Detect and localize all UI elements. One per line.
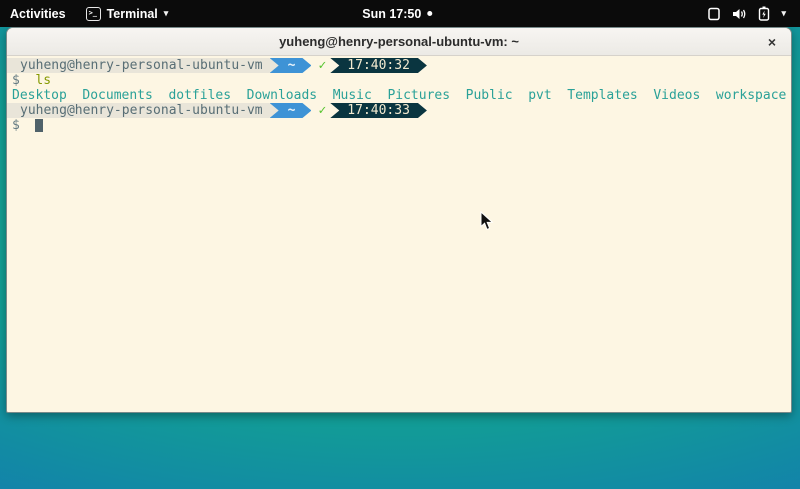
directory-name: workspace (716, 88, 786, 103)
directory-name: Desktop (12, 88, 67, 103)
terminal-cursor (35, 119, 43, 132)
prompt-symbol: $ (12, 73, 20, 88)
app-menu-terminal[interactable]: >_ Terminal ▾ (76, 0, 179, 27)
prompt-line-2: yuheng@henry-personal-ubuntu-vm ~ ✓ 17:4… (7, 103, 791, 118)
prompt-userhost: yuheng@henry-personal-ubuntu-vm (7, 103, 279, 118)
screen-icon (707, 7, 721, 21)
directory-name: Music (333, 88, 372, 103)
mouse-cursor-icon (480, 211, 494, 236)
clock-label: Sun 17:50 (362, 7, 421, 21)
directory-name: Pictures (387, 88, 450, 103)
prompt-line-1: yuheng@henry-personal-ubuntu-vm ~ ✓ 17:4… (7, 58, 791, 73)
activities-button[interactable]: Activities (0, 0, 76, 27)
ls-output: Desktop Documents dotfiles Downloads Music Pi… (7, 88, 791, 103)
input-line[interactable]: $ (7, 118, 791, 133)
terminal-content[interactable]: yuheng@henry-personal-ubuntu-vm ~ ✓ 17:4… (7, 56, 791, 412)
chevron-down-icon: ▾ (164, 9, 169, 18)
directory-name: Public (466, 88, 513, 103)
clock-button[interactable]: Sun 17:50 (352, 0, 442, 27)
top-bar-right: ▾ (699, 0, 800, 27)
directory-name: Documents (82, 88, 152, 103)
status-check-icon: ✓ (318, 103, 326, 118)
window-title: yuheng@henry-personal-ubuntu-vm: ~ (279, 34, 519, 49)
media-indicator-dot (427, 11, 432, 16)
directory-name: Videos (653, 88, 700, 103)
battery-charging-icon (758, 6, 770, 21)
directory-name: Templates (567, 88, 637, 103)
terminal-icon: >_ (86, 7, 101, 21)
volume-icon (732, 7, 747, 21)
top-bar-left: Activities >_ Terminal ▾ (0, 0, 178, 27)
prompt-time-segment: 17:40:32 (330, 58, 427, 73)
terminal-window: yuheng@henry-personal-ubuntu-vm: ~ × yuh… (6, 27, 792, 413)
app-menu-label: Terminal (107, 7, 158, 21)
directory-name: dotfiles (168, 88, 231, 103)
titlebar[interactable]: yuheng@henry-personal-ubuntu-vm: ~ × (7, 28, 791, 56)
prompt-symbol: $ (12, 118, 20, 133)
typed-command: ls (35, 73, 51, 88)
chevron-down-icon: ▾ (781, 9, 786, 18)
command-line: $ ls (7, 73, 791, 88)
top-bar: Activities >_ Terminal ▾ Sun 17:50 (0, 0, 800, 27)
top-bar-center: Sun 17:50 (352, 0, 442, 27)
system-menu[interactable]: ▾ (699, 0, 794, 27)
directory-name: Downloads (247, 88, 317, 103)
close-button[interactable]: × (761, 31, 783, 53)
status-check-icon: ✓ (318, 58, 326, 73)
prompt-time-segment: 17:40:33 (330, 103, 427, 118)
prompt-userhost: yuheng@henry-personal-ubuntu-vm (7, 58, 279, 73)
directory-name: pvt (528, 88, 551, 103)
